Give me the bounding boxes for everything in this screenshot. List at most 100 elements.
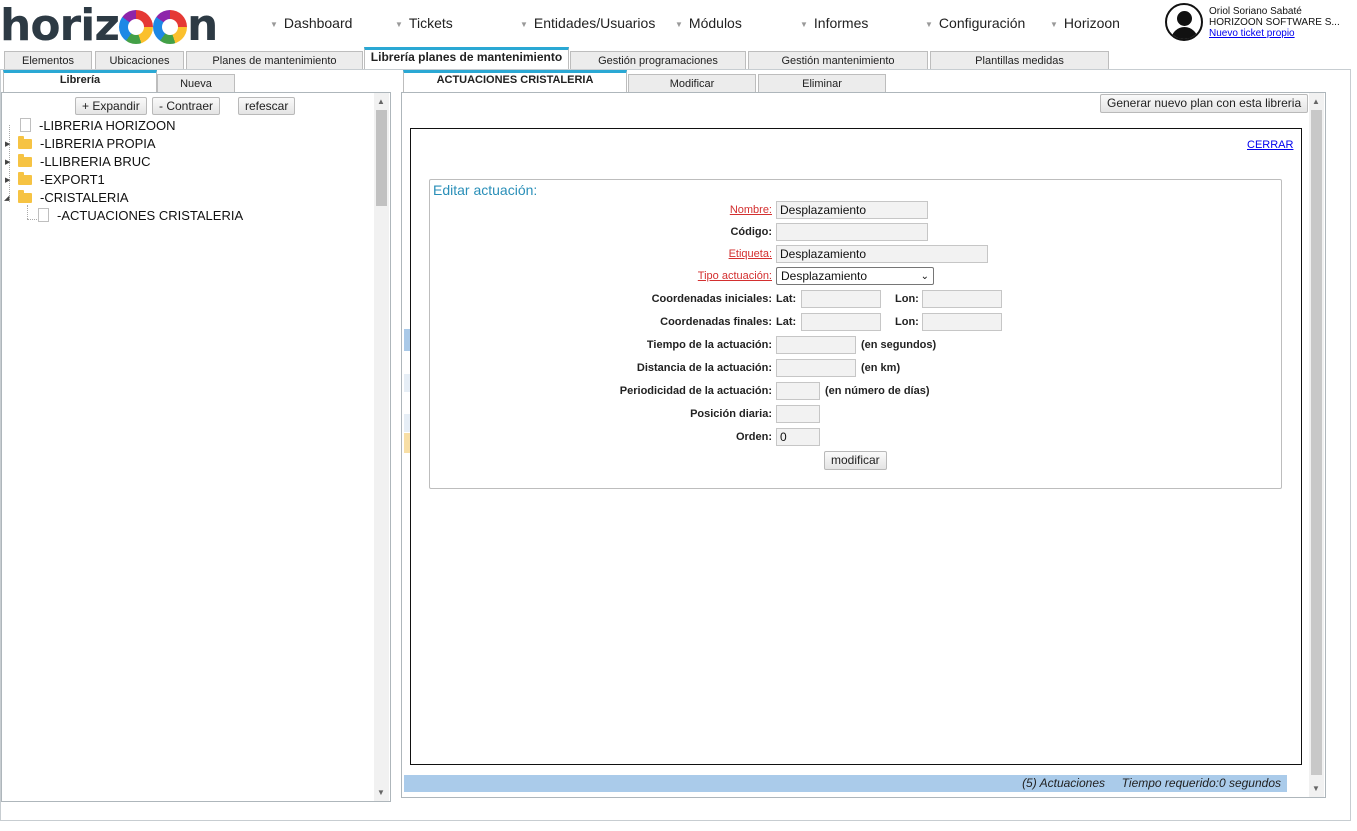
document-icon: [20, 118, 31, 132]
menu-label: Módulos: [688, 15, 742, 31]
user-company: HORIZOON SOFTWARE S...: [1209, 17, 1340, 28]
logo-ring-icon: [152, 10, 187, 44]
scroll-up-icon[interactable]: ▲: [377, 97, 385, 106]
expand-arrow-icon[interactable]: ▶: [5, 140, 10, 148]
tiempo-label: Tiempo de la actuación:: [646, 339, 772, 351]
orden-label: Orden:: [735, 431, 772, 443]
tree-node-actuaciones-cristaleria[interactable]: -ACTUACIONES CRISTALERIA: [38, 208, 243, 224]
tree-node-export1[interactable]: -EXPORT1: [18, 172, 105, 188]
expand-arrow-icon[interactable]: ▶: [5, 158, 10, 166]
document-icon: [38, 208, 49, 222]
codigo-field[interactable]: [776, 223, 928, 241]
nombre-label: Nombre:: [729, 204, 772, 216]
lat-label: Lat:: [776, 316, 797, 328]
form-title: Editar actuación:: [433, 182, 538, 198]
tab-libreria[interactable]: Librería: [3, 70, 157, 92]
logo-text: horiz: [0, 0, 120, 51]
nombre-field[interactable]: Desplazamiento: [776, 201, 928, 219]
tipo-actuacion-select[interactable]: Desplazamiento ⌄: [776, 267, 934, 285]
periodicidad-field[interactable]: [776, 382, 820, 400]
coord-finales-label: Coordenadas finales:: [660, 316, 772, 328]
logo-text-end: n: [186, 0, 218, 51]
tab-modificar[interactable]: Modificar: [628, 74, 756, 93]
menu-label: Informes: [813, 15, 869, 31]
folder-icon: [18, 154, 32, 167]
lat-final-field[interactable]: [801, 313, 881, 331]
tree-line: [27, 205, 28, 219]
menu-label: Entidades/Usuarios: [533, 15, 656, 31]
new-ticket-link[interactable]: Nuevo ticket propio: [1209, 28, 1295, 39]
tipo-actuacion-label: Tipo actuación:: [697, 270, 772, 282]
tree-label: -CRISTALERIA: [40, 190, 129, 205]
scroll-thumb[interactable]: [1311, 110, 1322, 775]
tree-node-libreria-propia[interactable]: -LIBRERIA PROPIA: [18, 136, 156, 152]
orden-field[interactable]: 0: [776, 428, 820, 446]
tab-planes-mantenimiento[interactable]: Planes de mantenimiento: [186, 51, 363, 70]
close-link[interactable]: CERRAR: [1247, 139, 1293, 151]
caret-icon: ▼: [1050, 20, 1058, 29]
tipo-actuacion-value: Desplazamiento: [781, 269, 868, 283]
posicion-label: Posición diaria:: [690, 408, 772, 420]
distancia-unit: (en km): [861, 362, 901, 374]
horizoon-logo[interactable]: horiz n: [0, 4, 218, 48]
chevron-down-icon: ⌄: [920, 271, 929, 282]
posicion-field[interactable]: [776, 405, 820, 423]
lon-inicial-field[interactable]: [922, 290, 1002, 308]
tab-elementos[interactable]: Elementos: [4, 51, 92, 70]
lat-label: Lat:: [776, 293, 797, 305]
caret-icon: ▼: [925, 20, 933, 29]
tab-gestion-programaciones[interactable]: Gestión programaciones: [570, 51, 746, 70]
user-name: Oriol Soriano Sabaté: [1209, 6, 1302, 17]
tab-eliminar[interactable]: Eliminar: [758, 74, 886, 93]
generate-plan-button[interactable]: Generar nuevo plan con esta libreria: [1100, 94, 1309, 113]
tab-nueva[interactable]: Nueva: [157, 74, 235, 93]
tab-libreria-planes[interactable]: Librería planes de mantenimiento: [364, 47, 569, 70]
tab-ubicaciones[interactable]: Ubicaciones: [95, 51, 184, 70]
expand-arrow-icon[interactable]: ▶: [5, 176, 10, 184]
menu-label: Configuración: [938, 15, 1026, 31]
tree-label: -ACTUACIONES CRISTALERIA: [57, 208, 244, 223]
collapse-button[interactable]: - Contraer: [152, 97, 221, 115]
expand-button[interactable]: + Expandir: [75, 97, 147, 115]
tab-actuaciones-cristaleria[interactable]: ACTUACIONES CRISTALERIA: [403, 70, 627, 92]
logo-ring-icon: [118, 10, 153, 44]
tree-node-llibreria-bruc[interactable]: -LLIBRERIA BRUC: [18, 154, 151, 170]
menu-modulos[interactable]: ▼ Módulos: [675, 15, 742, 31]
menu-horizoon[interactable]: ▼ Horizoon: [1050, 15, 1120, 31]
scroll-down-icon[interactable]: ▼: [377, 788, 385, 797]
caret-icon: ▼: [520, 20, 528, 29]
modificar-button[interactable]: modificar: [824, 451, 887, 470]
tab-gestion-mantenimiento[interactable]: Gestión mantenimiento: [748, 51, 928, 70]
menu-entidades-usuarios[interactable]: ▼ Entidades/Usuarios: [520, 15, 655, 31]
scroll-down-icon[interactable]: ▼: [1312, 784, 1320, 793]
user-avatar-icon[interactable]: [1165, 3, 1203, 41]
tree-label: -LIBRERIA PROPIA: [40, 136, 156, 151]
etiqueta-label: Etiqueta:: [728, 248, 772, 260]
user-info: Oriol Soriano Sabaté HORIZOON SOFTWARE S…: [1209, 6, 1340, 39]
caret-icon: ▼: [395, 20, 403, 29]
menu-informes[interactable]: ▼ Informes: [800, 15, 868, 31]
menu-label: Dashboard: [283, 15, 353, 31]
menu-tickets[interactable]: ▼ Tickets: [395, 15, 453, 31]
etiqueta-field[interactable]: Desplazamiento: [776, 245, 988, 263]
lat-inicial-field[interactable]: [801, 290, 881, 308]
tiempo-field[interactable]: [776, 336, 856, 354]
tree-scrollbar[interactable]: ▲ ▼: [374, 93, 389, 801]
menu-configuracion[interactable]: ▼ Configuración: [925, 15, 1025, 31]
periodicidad-unit: (en número de días): [825, 385, 930, 397]
tree-node-cristaleria[interactable]: -CRISTALERIA: [18, 190, 129, 206]
menu-label: Horizoon: [1063, 15, 1120, 31]
refresh-button[interactable]: refescar: [238, 97, 296, 115]
distancia-field[interactable]: [776, 359, 856, 377]
collapse-arrow-icon[interactable]: ◢: [4, 194, 9, 202]
lon-final-field[interactable]: [922, 313, 1002, 331]
tab-plantillas-medidas[interactable]: Plantillas medidas: [930, 51, 1109, 70]
scroll-thumb[interactable]: [376, 110, 387, 206]
menu-dashboard[interactable]: ▼ Dashboard: [270, 15, 352, 31]
actuaciones-scrollbar[interactable]: ▲ ▼: [1309, 93, 1324, 797]
actuaciones-count: (5) Actuaciones: [1022, 776, 1105, 790]
scroll-up-icon[interactable]: ▲: [1312, 97, 1320, 106]
tiempo-requerido: Tiempo requerido:0 segundos: [1121, 776, 1281, 790]
tree-node-libreria-horizoon[interactable]: -LIBRERIA HORIZOON: [20, 118, 176, 134]
lon-label: Lon:: [895, 293, 919, 305]
